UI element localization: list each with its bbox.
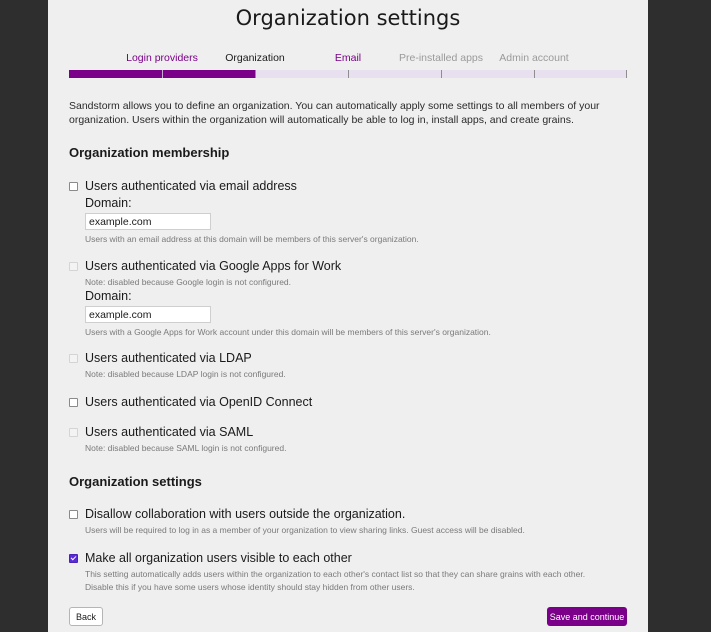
google-option-label: Users authenticated via Google Apps for …: [85, 259, 342, 273]
progress-bar: [69, 70, 627, 78]
wizard-steps: Login providers Organization Email Pre-i…: [69, 52, 627, 80]
progress-divider: [348, 70, 349, 78]
settings-heading: Organization settings: [69, 474, 202, 489]
ldap-checkbox[interactable]: [69, 354, 78, 363]
disallow-checkbox[interactable]: [69, 510, 78, 519]
visible-help-line-2: Disable this if you have some users whos…: [85, 582, 415, 592]
google-checkbox[interactable]: [69, 262, 78, 271]
back-button[interactable]: Back: [69, 607, 104, 626]
email-domain-label: Domain:: [85, 196, 132, 210]
progress-segment-1: [69, 70, 162, 78]
progress-segment-4: [348, 70, 441, 78]
google-domain-label: Domain:: [85, 289, 132, 303]
progress-segment-3: [255, 70, 348, 78]
progress-divider: [534, 70, 535, 78]
disallow-help: Users will be required to log in as a me…: [85, 525, 525, 535]
email-option-label: Users authenticated via email address: [85, 179, 297, 193]
email-domain-input[interactable]: [85, 213, 211, 230]
progress-divider: [255, 70, 256, 78]
google-domain-input[interactable]: [85, 306, 211, 323]
email-domain-help: Users with an email address at this doma…: [85, 234, 419, 244]
progress-divider: [162, 70, 163, 78]
oidc-checkbox[interactable]: [69, 398, 78, 407]
disallow-option-label: Disallow collaboration with users outsid…: [85, 507, 406, 521]
setup-wizard-panel: Organization settings Login providers Or…: [48, 0, 648, 632]
save-and-continue-button[interactable]: Save and continue: [547, 607, 627, 626]
progress-divider: [441, 70, 442, 78]
visible-option-label: Make all organization users visible to e…: [85, 551, 352, 565]
step-admin-account: Admin account: [499, 52, 569, 64]
oidc-option-label: Users authenticated via OpenID Connect: [85, 395, 313, 409]
ldap-disabled-note: Note: disabled because LDAP login is not…: [85, 369, 286, 379]
email-checkbox[interactable]: [69, 182, 78, 191]
visible-checkbox[interactable]: [69, 554, 78, 563]
saml-disabled-note: Note: disabled because SAML login is not…: [85, 443, 287, 453]
progress-segment-2: [162, 70, 255, 78]
step-email[interactable]: Email: [335, 52, 361, 64]
saml-option-label: Users authenticated via SAML: [85, 425, 254, 439]
visible-help-line-1: This setting automatically adds users wi…: [85, 569, 586, 579]
step-pre-installed-apps: Pre-installed apps: [398, 52, 484, 64]
progress-divider: [626, 70, 627, 78]
intro-text: Sandstorm allows you to define an organi…: [69, 100, 600, 126]
google-disabled-note: Note: disabled because Google login is n…: [85, 277, 292, 287]
step-organization: Organization: [225, 52, 285, 64]
page-title: Organization settings: [235, 6, 461, 30]
ldap-option-label: Users authenticated via LDAP: [85, 351, 252, 365]
saml-checkbox[interactable]: [69, 428, 78, 437]
membership-heading: Organization membership: [69, 145, 230, 160]
google-domain-help: Users with a Google Apps for Work accoun…: [85, 327, 491, 337]
step-login-providers[interactable]: Login providers: [126, 52, 198, 64]
